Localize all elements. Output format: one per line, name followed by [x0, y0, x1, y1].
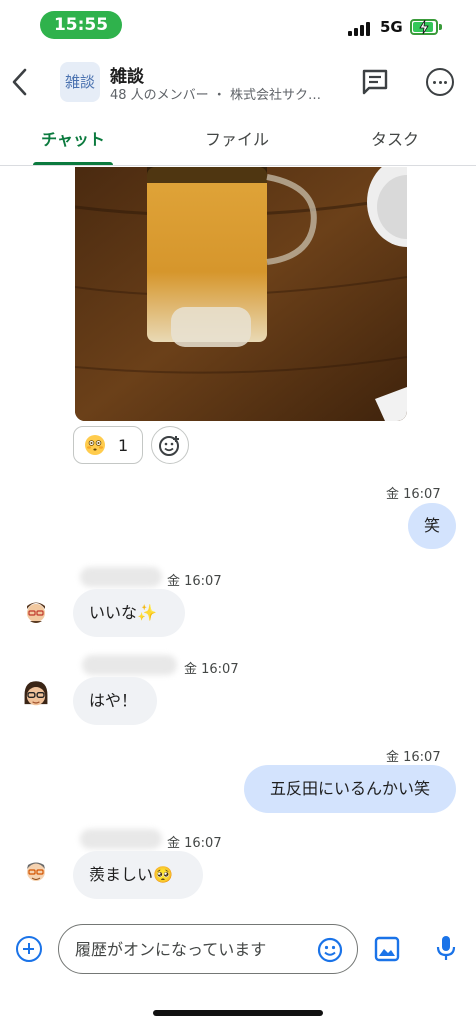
- add-reaction-button[interactable]: [151, 426, 189, 464]
- sender-name-blurred: [80, 829, 162, 849]
- reaction-count: 1: [118, 436, 129, 455]
- message-input-container[interactable]: [58, 924, 358, 974]
- space-subtitle[interactable]: 48 人のメンバー ・ 株式会社サク…: [110, 84, 345, 103]
- tab-tasks[interactable]: タスク: [340, 126, 450, 150]
- message-bubble-incoming[interactable]: 羨ましい🥺: [73, 851, 203, 899]
- signal-icon: [348, 22, 372, 36]
- threads-icon: [362, 69, 388, 95]
- message-bubble-incoming[interactable]: いいな✨: [73, 589, 185, 637]
- message-bubble-incoming[interactable]: はや！: [73, 677, 157, 725]
- tab-files[interactable]: ファイル: [182, 126, 292, 150]
- avatar[interactable]: [22, 857, 50, 885]
- message-bubble-outgoing[interactable]: 笑: [408, 503, 456, 549]
- message-composer: [0, 918, 476, 988]
- active-tab-indicator: [33, 162, 113, 165]
- message-timestamp: 金 16:07: [167, 836, 222, 851]
- mic-icon[interactable]: [436, 934, 456, 962]
- add-reaction-icon: [159, 436, 179, 456]
- message-timestamp: 金 16:07: [167, 574, 222, 589]
- threads-button[interactable]: [360, 68, 390, 96]
- home-indicator[interactable]: [153, 1010, 323, 1016]
- avatar[interactable]: [20, 679, 52, 711]
- reaction-chip[interactable]: 1: [73, 426, 143, 464]
- avatar[interactable]: [22, 597, 50, 625]
- chevron-left-icon: [12, 68, 27, 96]
- beer-photo-image: [75, 167, 407, 421]
- tab-chat[interactable]: チャット: [18, 126, 128, 150]
- flushed-face-emoji: [85, 435, 105, 455]
- message-list[interactable]: 1 金 16:07 笑 金 16:07 いいな✨ 金 16:07 はや！ 金 1…: [0, 167, 476, 917]
- message-bubble-outgoing[interactable]: 五反田にいるんかい笑: [244, 765, 456, 813]
- back-button[interactable]: [6, 64, 34, 100]
- message-timestamp: 金 16:07: [386, 487, 441, 502]
- space-header: 雑談 雑談 48 人のメンバー ・ 株式会社サク…: [0, 54, 476, 110]
- shared-photo-beer[interactable]: [75, 167, 407, 421]
- message-input[interactable]: [75, 937, 305, 961]
- message-timestamp: 金 16:07: [386, 750, 441, 765]
- network-type: 5G: [380, 18, 403, 36]
- image-icon[interactable]: [374, 936, 400, 962]
- space-avatar[interactable]: 雑談: [60, 62, 100, 102]
- more-options-button[interactable]: [426, 68, 454, 96]
- status-bar: 15:55 5G: [0, 0, 476, 50]
- status-time: 15:55: [40, 11, 122, 39]
- plus-circle-icon[interactable]: [16, 936, 42, 962]
- tab-bar: チャット ファイル タスク: [0, 112, 476, 166]
- smiley-icon[interactable]: [317, 937, 343, 963]
- message-timestamp: 金 16:07: [184, 662, 239, 677]
- battery-icon: [410, 19, 442, 35]
- sender-name-blurred: [82, 655, 177, 675]
- sender-name-blurred: [80, 567, 162, 587]
